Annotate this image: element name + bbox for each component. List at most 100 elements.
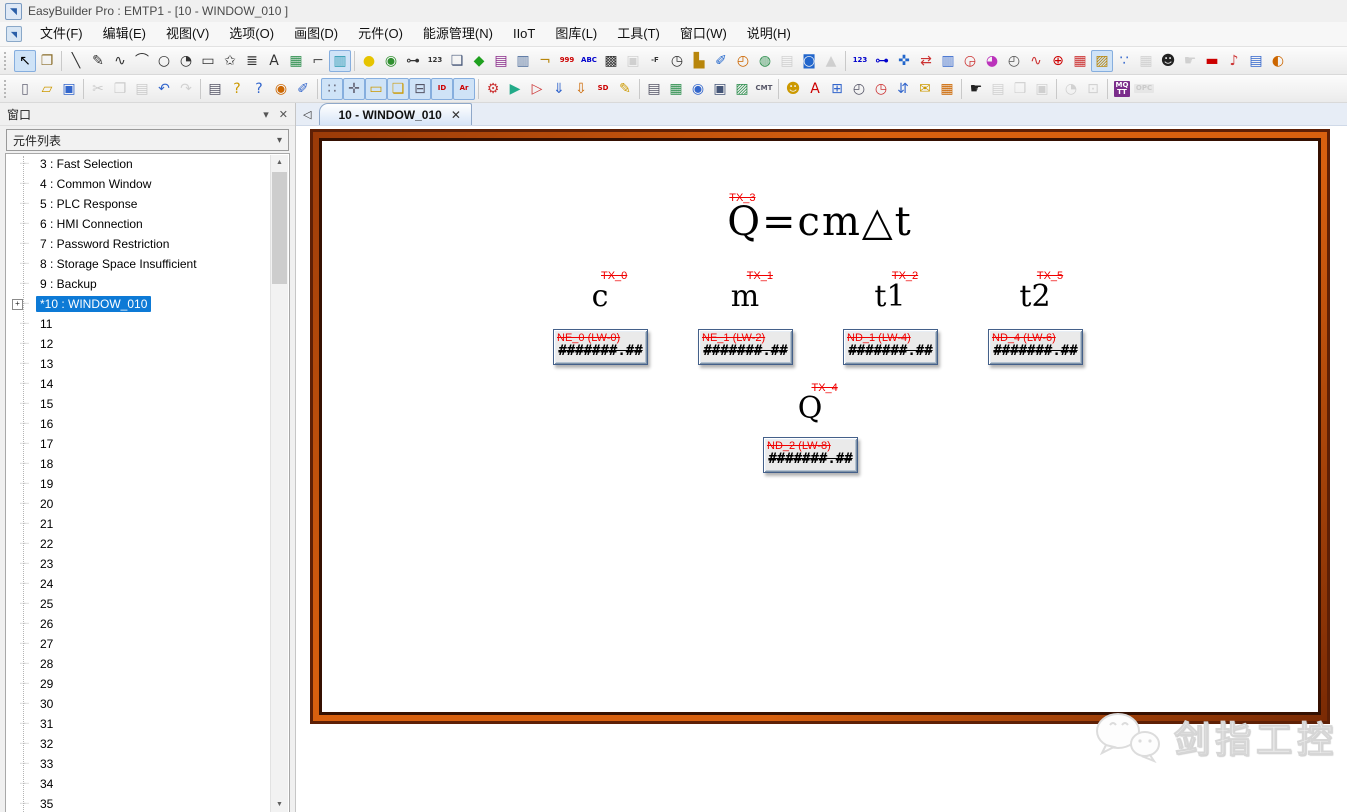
menu-item-draw[interactable]: 画图(D) [284, 22, 348, 46]
tb-key-object-button[interactable]: ¬ [534, 50, 556, 72]
scroll-up-icon[interactable]: ▲ [271, 155, 288, 170]
tb-picture-chart-button[interactable]: ▨ [1091, 50, 1113, 72]
menu-item-file[interactable]: 文件(F) [30, 22, 93, 46]
tb-moving-shape-button[interactable]: ✜ [893, 50, 915, 72]
tree-item-5[interactable]: ┈┈5 : PLC Response [6, 194, 289, 214]
numeric-field-c[interactable]: NE_0 (LW-0)#######.## [553, 329, 648, 365]
tb-recipe-database-button[interactable]: ▦ [665, 78, 687, 100]
tb-set-word-button[interactable]: 123 [424, 50, 446, 72]
scroll-thumb[interactable] [272, 172, 287, 284]
panel-menu-icon[interactable]: ▾ [263, 108, 269, 121]
tb-font-manager-button[interactable]: A [804, 78, 826, 100]
tb-compile-button[interactable]: ⚙ [482, 78, 504, 100]
tb-touch-calibrate-button[interactable]: ☛ [965, 78, 987, 100]
tb-system-clock-button[interactable]: ◷ [666, 50, 688, 72]
text-object-t2[interactable]: TX_5t2 [975, 279, 1095, 314]
tree-item-25[interactable]: ┈┈25 [6, 594, 289, 614]
numeric-field-m[interactable]: NE_1 (LW-2)#######.## [698, 329, 793, 365]
tree-item-10[interactable]: +┈┈*10 : WINDOW_010 [6, 294, 289, 314]
tree-item-3[interactable]: ┈┈3 : Fast Selection [6, 154, 289, 174]
tb-event-display-button[interactable]: ♪ [1223, 50, 1245, 72]
tb-mqtt-button[interactable]: MQ TT [1111, 78, 1133, 100]
tb-polygon-button[interactable]: ✩ [219, 50, 241, 72]
tb-address-toggle-button[interactable]: Ar [453, 78, 475, 100]
tree-item-7[interactable]: ┈┈7 : Password Restriction [6, 234, 289, 254]
tb-memo-pad-button[interactable]: ▥ [512, 50, 534, 72]
child-window-icon[interactable]: ◥ [6, 26, 22, 42]
menu-item-edit[interactable]: 编辑(E) [93, 22, 156, 46]
tb-undo-button[interactable]: ↶ [153, 78, 175, 100]
text-object-t1[interactable]: TX_2t1 [830, 279, 950, 314]
tree-item-19[interactable]: ┈┈19 [6, 474, 289, 494]
tb-function-key-button[interactable]: ❏ [446, 50, 468, 72]
tb-bit-lamp-button[interactable]: ● [358, 50, 380, 72]
tb-history-display-button[interactable]: ▥ [937, 50, 959, 72]
tree-item-33[interactable]: ┈┈33 [6, 754, 289, 774]
tb-snap-toggle-button[interactable]: ✛ [343, 78, 365, 100]
numeric-field-t2[interactable]: ND_4 (LW-6)#######.## [988, 329, 1083, 365]
tb-polyline-button[interactable]: ✎ [87, 50, 109, 72]
tb-scale-widget-button[interactable]: ▥ [329, 50, 351, 72]
numeric-field-t1[interactable]: ND_1 (LW-4)#######.## [843, 329, 938, 365]
tree-item-9[interactable]: ┈┈9 : Backup [6, 274, 289, 294]
tb-grid-toggle-button[interactable]: ∷ [321, 78, 343, 100]
tb-rectangle-button[interactable]: ▭ [197, 50, 219, 72]
menu-item-library[interactable]: 图库(L) [545, 22, 607, 46]
tb-text-button[interactable]: A [263, 50, 285, 72]
tree-item-4[interactable]: ┈┈4 : Common Window [6, 174, 289, 194]
tree-item-12[interactable]: ┈┈12 [6, 334, 289, 354]
tb-meter-display-button[interactable]: ◶ [959, 50, 981, 72]
tb-video-viewer-button[interactable]: ◙ [798, 50, 820, 72]
tb-line-button[interactable]: ╲ [65, 50, 87, 72]
tb-target-indicator-button[interactable]: ⊕ [1047, 50, 1069, 72]
tb-direct-window-button[interactable]: ◆ [468, 50, 490, 72]
tb-picture-button[interactable]: ▦ [285, 50, 307, 72]
tb-print-button[interactable]: ▤ [204, 78, 226, 100]
tb-overlap-window-toggle-button[interactable]: ❏ [387, 78, 409, 100]
tree-item-30[interactable]: ┈┈30 [6, 694, 289, 714]
tb-line-style-button[interactable]: ✐ [292, 78, 314, 100]
tree-item-34[interactable]: ┈┈34 [6, 774, 289, 794]
tree-item-11[interactable]: ┈┈11 [6, 314, 289, 334]
tree-item-21[interactable]: ┈┈21 [6, 514, 289, 534]
tb-timer-clock-button[interactable]: ◴ [732, 50, 754, 72]
tree-item-15[interactable]: ┈┈15 [6, 394, 289, 414]
toolbar-grip[interactable] [4, 52, 10, 70]
expander-plus-icon[interactable]: + [12, 299, 23, 310]
tb-toggle-switch-button[interactable]: ⊶ [402, 50, 424, 72]
menu-item-tool[interactable]: 工具(T) [607, 22, 670, 46]
tb-user-accounts-button[interactable]: ☻ [782, 78, 804, 100]
tb-scatter-chart-button[interactable]: ∵ [1113, 50, 1135, 72]
tb-round-gauge-button[interactable]: ◴ [1003, 50, 1025, 72]
menu-item-option[interactable]: 选项(O) [219, 22, 284, 46]
tb-operator-panel-button[interactable]: ☻ [1157, 50, 1179, 72]
tree-item-26[interactable]: ┈┈26 [6, 614, 289, 634]
tb-scale-marks-button[interactable]: ≣ [241, 50, 263, 72]
tb-ascii-input-button[interactable]: ⊶ [871, 50, 893, 72]
element-list-dropdown[interactable]: 元件列表 ▾ [6, 129, 289, 151]
menu-item-view[interactable]: 视图(V) [156, 22, 219, 46]
tree-item-23[interactable]: ┈┈23 [6, 554, 289, 574]
text-object-c[interactable]: TX_0c [540, 279, 660, 314]
text-object-q[interactable]: TX_4Q [750, 391, 870, 426]
numeric-field-q[interactable]: ND_2 (LW-8)#######.## [763, 437, 858, 473]
tb-object-properties-button[interactable]: ❐ [36, 50, 58, 72]
tree-item-13[interactable]: ┈┈13 [6, 354, 289, 374]
toolbar-grip[interactable] [4, 80, 10, 98]
tb-find-object-button[interactable]: ◉ [270, 78, 292, 100]
tb-scheduler-button[interactable]: ◴ [848, 78, 870, 100]
tb-function-f-button[interactable]: -F [644, 50, 666, 72]
tree-item-18[interactable]: ┈┈18 [6, 454, 289, 474]
tb-circle-button[interactable]: ○ [153, 50, 175, 72]
tb-data-block-display-button[interactable]: ▦ [1069, 50, 1091, 72]
scroll-down-icon[interactable]: ▼ [271, 797, 288, 812]
tb-save-project-button[interactable]: ▣ [58, 78, 80, 100]
tb-window-frame-toggle-button[interactable]: ▭ [365, 78, 387, 100]
tree-item-8[interactable]: ┈┈8 : Storage Space Insufficient [6, 254, 289, 274]
tb-recipe-editor-button[interactable]: ▤ [643, 78, 665, 100]
tree-item-29[interactable]: ┈┈29 [6, 674, 289, 694]
menu-item-energy[interactable]: 能源管理(N) [413, 22, 503, 46]
tree-item-17[interactable]: ┈┈17 [6, 434, 289, 454]
tb-combo-button-button[interactable]: ▤ [490, 50, 512, 72]
tab-window-010[interactable]: 10 - WINDOW_010 ✕ [319, 103, 471, 125]
